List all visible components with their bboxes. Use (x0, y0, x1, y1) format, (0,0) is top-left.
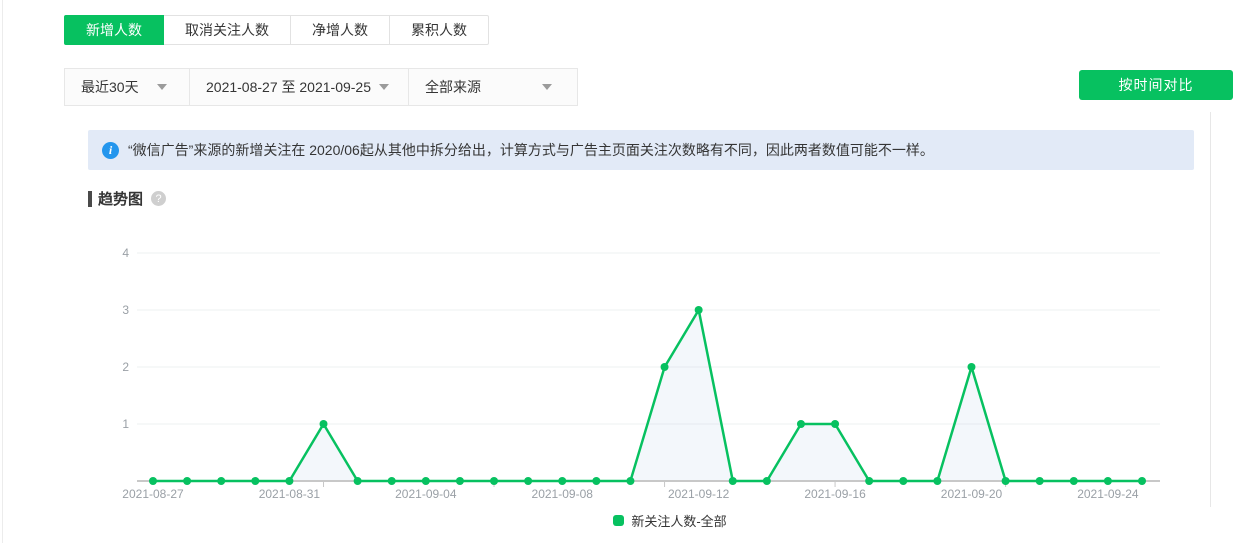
data-point (899, 477, 908, 485)
svg-text:4: 4 (122, 246, 129, 260)
section-accent-bar (88, 190, 92, 207)
data-point (490, 477, 499, 485)
source-value: 全部来源 (425, 79, 481, 95)
followers-analytics-page: 新增人数 取消关注人数 净增人数 累积人数 最近30天 2021-08-27 至… (0, 0, 1237, 543)
chevron-down-icon (542, 84, 552, 90)
page-left-divider (2, 0, 3, 543)
date-preset-value: 最近30天 (81, 79, 139, 95)
data-point (217, 477, 226, 485)
svg-text:2021-08-31: 2021-08-31 (259, 487, 321, 501)
svg-text:2021-08-27: 2021-08-27 (122, 487, 184, 501)
source-select[interactable]: 全部来源 (408, 68, 578, 106)
data-point (387, 477, 396, 485)
svg-text:2021-09-16: 2021-09-16 (804, 487, 866, 501)
area-fill (153, 310, 1142, 481)
data-point (1138, 477, 1146, 485)
data-point (1069, 477, 1078, 485)
data-point (967, 363, 976, 371)
date-preset-select[interactable]: 最近30天 (64, 68, 190, 106)
svg-text:1: 1 (122, 417, 129, 431)
chevron-down-icon (157, 84, 167, 90)
data-point (421, 477, 430, 485)
data-point (694, 306, 703, 314)
trend-section-header: 趋势图 ? (88, 188, 167, 209)
tab-cumulative[interactable]: 累积人数 (389, 15, 489, 45)
data-point (183, 477, 192, 485)
legend-marker-icon (613, 515, 625, 526)
metric-tab-bar: 新增人数 取消关注人数 净增人数 累积人数 (64, 15, 489, 45)
compare-by-time-button[interactable]: 按时间对比 (1079, 70, 1233, 100)
svg-text:2021-09-12: 2021-09-12 (668, 487, 730, 501)
svg-text:3: 3 (122, 303, 129, 317)
data-point (865, 477, 874, 485)
data-point (558, 477, 567, 485)
tab-unfollowers[interactable]: 取消关注人数 (163, 15, 291, 45)
svg-text:2021-09-08: 2021-09-08 (532, 487, 594, 501)
data-point (455, 477, 464, 485)
chart-legend: 新关注人数-全部 (110, 511, 1230, 530)
svg-text:2021-09-20: 2021-09-20 (941, 487, 1003, 501)
trend-chart: 1 2 3 4 2021-08-27 2021-08-31 2021-09-04 2021-0… (110, 240, 1230, 510)
data-point (1103, 477, 1112, 485)
section-title: 趋势图 (98, 191, 144, 208)
svg-text:2: 2 (122, 360, 129, 374)
data-point (762, 477, 771, 485)
data-point (626, 477, 635, 485)
chevron-down-icon (379, 84, 390, 90)
data-point (149, 477, 157, 485)
data-point (524, 477, 533, 485)
tab-new-followers[interactable]: 新增人数 (64, 15, 164, 45)
data-point (660, 363, 669, 371)
date-range-value: 2021-08-27 至 2021-09-25 (206, 79, 372, 95)
legend-label: 新关注人数-全部 (631, 514, 727, 529)
data-point (353, 477, 362, 485)
trend-chart-svg: 12342021-08-27 2021-08-31 2021-09-04 2021-0… (122, 246, 1160, 501)
tab-net-increase[interactable]: 净增人数 (290, 15, 390, 45)
x-tick-labels: 2021-08-27 2021-08-31 2021-09-04 2021-09-08… (122, 487, 1139, 501)
data-point (251, 477, 260, 485)
data-point (592, 477, 601, 485)
data-point (831, 420, 840, 428)
info-banner-text: “微信广告”来源的新增关注在 2020/06起从其他中拆分给出，计算方式与广告主… (128, 142, 934, 158)
info-icon: i (102, 141, 119, 159)
data-point (728, 477, 737, 485)
data-point (933, 477, 942, 485)
data-point (319, 420, 328, 428)
y-gridlines: 1 2 3 4 (122, 246, 1160, 431)
help-icon[interactable]: ? (151, 191, 167, 206)
data-point (1035, 477, 1044, 485)
data-point (796, 420, 805, 428)
date-range-picker[interactable]: 2021-08-27 至 2021-09-25 (189, 68, 409, 106)
svg-text:2021-09-04: 2021-09-04 (395, 487, 457, 501)
legend-item-new-followers[interactable]: 新关注人数-全部 (613, 511, 727, 530)
data-point (1001, 477, 1010, 485)
svg-text:2021-09-24: 2021-09-24 (1077, 487, 1139, 501)
info-banner: i “微信广告”来源的新增关注在 2020/06起从其他中拆分给出，计算方式与广… (88, 130, 1194, 170)
filter-bar: 最近30天 2021-08-27 至 2021-09-25 全部来源 (64, 68, 578, 106)
data-point (285, 477, 294, 485)
